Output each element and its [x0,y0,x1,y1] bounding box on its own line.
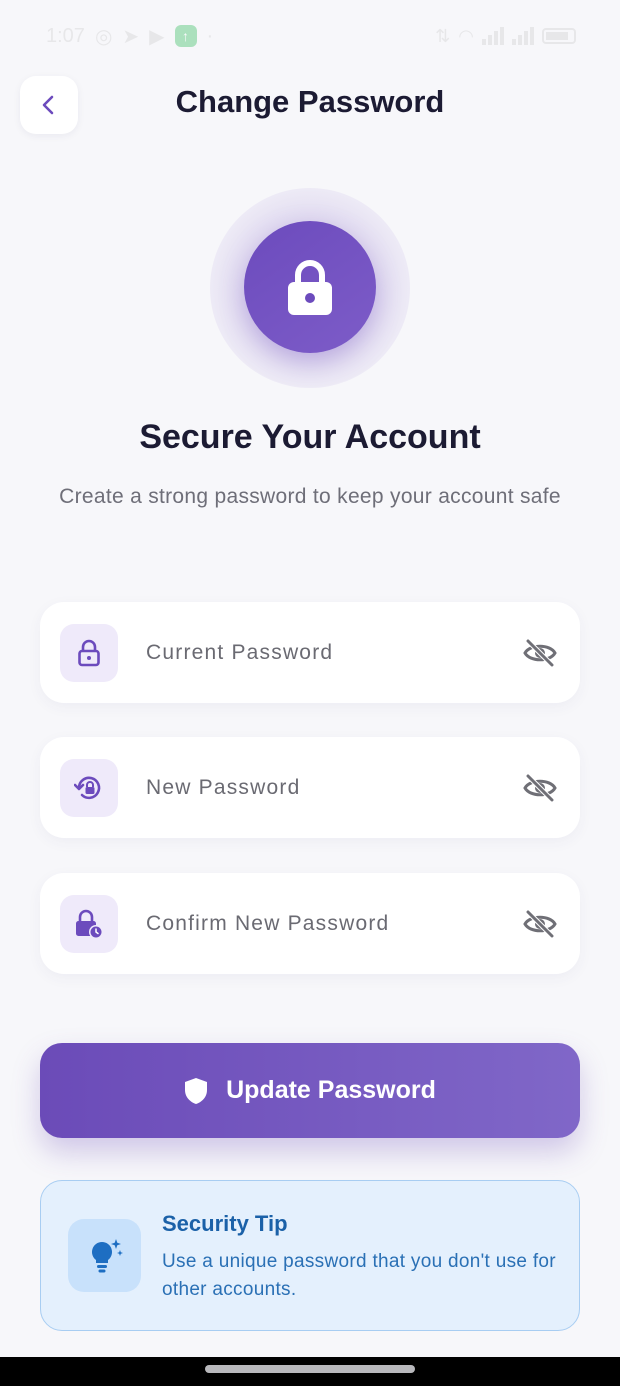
tip-icon-container [68,1219,141,1292]
status-right: ⇅ ◠ [435,26,576,47]
toggle-visibility-button[interactable] [520,633,560,673]
youtube-icon: ▶ [149,25,165,48]
toggle-visibility-button[interactable] [520,904,560,944]
eye-off-icon [523,773,557,802]
signal-2-icon [512,27,534,45]
current-password-field[interactable] [40,602,580,703]
signal-icon [482,27,504,45]
lock-icon [288,260,332,315]
lock-icon [78,639,100,666]
telegram-icon: ➤ [122,25,140,48]
lightbulb-icon [91,1238,123,1272]
field-icon-container [60,623,118,682]
section-heading: Secure Your Account [139,418,481,456]
field-icon-container [60,758,118,817]
security-tip-card: Security Tip Use a unique password that … [40,1180,580,1331]
status-left: 1:07 ◎ ➤ ▶ ↑ · [46,24,213,49]
more-notifications-icon: · [206,24,214,47]
home-indicator[interactable] [205,1365,415,1373]
new-password-field[interactable] [40,737,580,838]
lock-clock-icon [76,909,103,939]
confirm-password-field[interactable] [40,873,580,974]
toggle-visibility-button[interactable] [520,768,560,808]
upload-app-icon: ↑ [174,25,197,47]
notification-icon: ◎ [94,25,113,48]
lock-reset-icon [74,776,101,799]
status-bar: 1:07 ◎ ➤ ▶ ↑ · ⇅ ◠ [0,0,620,72]
tip-text: Use a unique password that you don't use… [162,1251,556,1300]
eye-off-icon [523,638,557,667]
section-subheading: Create a strong password to keep your ac… [59,485,561,508]
status-time: 1:07 [46,24,85,47]
wifi-icon: ◠ [458,25,474,46]
battery-icon [542,28,576,44]
data-speed-icon: ⇅ [435,25,451,46]
update-password-label: Update Password [226,1076,436,1104]
field-icon-container [60,894,118,953]
eye-off-icon [523,909,557,938]
tip-title: Security Tip [162,1211,288,1236]
page-title: Change Password [175,84,445,119]
hero-lock-badge [244,221,376,353]
update-password-button[interactable]: Update Password [40,1043,580,1138]
current-password-input[interactable] [146,640,520,665]
confirm-password-input[interactable] [146,911,520,936]
new-password-input[interactable] [146,775,520,800]
shield-icon [185,1077,208,1104]
